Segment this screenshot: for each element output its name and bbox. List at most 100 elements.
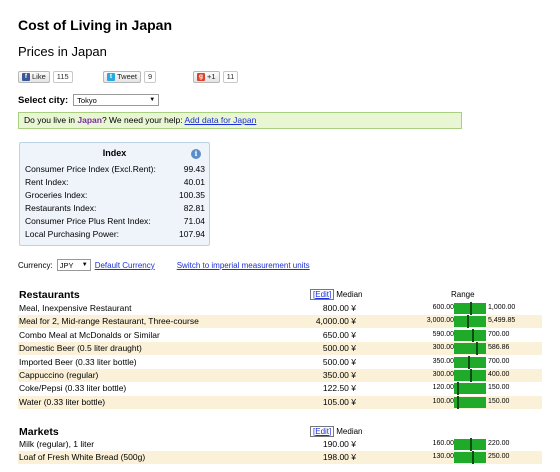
range-high: 700.00	[488, 357, 510, 365]
index-row: Rent Index: 40.01	[25, 177, 205, 187]
index-label: Consumer Price Index (Excl.Rent):	[25, 164, 156, 174]
range-low: 600.00	[432, 304, 454, 311]
range-low: 300.00	[432, 344, 454, 352]
google-plus-button[interactable]: g +1	[193, 70, 220, 83]
notice-prefix: Do you live in	[24, 115, 78, 125]
range-high: 150.00	[488, 397, 510, 405]
google-plus-widget[interactable]: g +1 11	[193, 70, 239, 83]
index-row: Restaurants Index: 82.81	[25, 203, 205, 213]
markets-edit-header: [Edit] Median	[310, 426, 363, 437]
median-marker	[472, 328, 474, 342]
index-label: Rent Index:	[25, 177, 69, 187]
median-marker	[457, 395, 459, 409]
range-low: 120.00	[432, 384, 454, 392]
item-median: 190.00 ¥	[322, 439, 356, 449]
city-select-label: Select city:	[18, 94, 69, 106]
item-median: 650.00 ¥	[322, 329, 356, 340]
range-low: 100.00	[432, 397, 454, 405]
price-row: Meal for 2, Mid-range Restaurant, Three-…	[18, 315, 542, 329]
range-header: Range	[451, 290, 475, 299]
item-median: 350.00 ¥	[322, 370, 356, 380]
index-label: Groceries Index:	[25, 190, 88, 200]
price-row: Imported Beer (0.33 liter bottle) 500.00 …	[18, 355, 542, 369]
item-median: 4,000.00 ¥	[315, 316, 356, 327]
median-header: Median	[336, 427, 363, 436]
index-value: 82.81	[183, 203, 205, 213]
range-bar	[454, 452, 486, 464]
tweet-button[interactable]: t Tweet	[103, 70, 142, 83]
page-subtitle: Prices in Japan	[18, 44, 107, 59]
google-plus-icon: g	[197, 72, 205, 81]
item-median: 800.00 ¥	[322, 303, 356, 313]
item-name: Milk (regular), 1 liter	[19, 439, 95, 449]
tweet-widget[interactable]: t Tweet 9	[103, 70, 157, 83]
item-name: Coke/Pepsi (0.33 liter bottle)	[19, 383, 127, 394]
item-median: 500.00 ¥	[322, 343, 356, 354]
median-header: Median	[336, 290, 363, 299]
range-low: 300.00	[432, 371, 454, 378]
index-value: 40.01	[183, 177, 205, 187]
notice-middle: ? We need your help:	[101, 115, 185, 125]
facebook-like-widget[interactable]: f Like 115	[18, 70, 73, 83]
gplus-count: 11	[222, 70, 239, 83]
range-high: 5,499.85	[488, 317, 516, 325]
markets-heading: Markets	[19, 426, 59, 438]
currency-select[interactable]: JPY ▼	[56, 259, 91, 271]
price-row: Meal, Inexpensive Restaurant 800.00 ¥ 600.…	[18, 302, 542, 315]
index-row: Consumer Price Index (Excl.Rent): 99.43	[25, 164, 205, 174]
gplus-label: +1	[207, 72, 216, 81]
price-row: Combo Meal at McDonalds or Similar 650.00…	[18, 328, 542, 342]
item-name: Water (0.33 liter bottle)	[19, 396, 106, 407]
item-name: Meal, Inexpensive Restaurant	[19, 303, 132, 313]
like-label: Like	[32, 72, 46, 81]
range-high: 1,000.00	[488, 304, 516, 311]
index-value: 107.94	[179, 229, 205, 239]
dropdown-arrow-icon: ▼	[81, 262, 88, 268]
price-row: Cappuccino (regular) 350.00 ¥ 300.00 400.00	[18, 369, 542, 382]
median-marker	[476, 342, 478, 356]
default-currency-link[interactable]: Default Currency	[95, 261, 155, 270]
median-marker	[467, 315, 469, 329]
range-low: 3,000.00	[426, 317, 454, 325]
item-name: Combo Meal at McDonalds or Similar	[19, 329, 160, 340]
index-heading: Index	[102, 148, 127, 158]
index-label: Restaurants Index:	[25, 203, 97, 213]
info-icon[interactable]: i	[191, 149, 201, 159]
like-count: 115	[52, 70, 73, 83]
currency-label: Currency:	[18, 260, 53, 270]
item-median: 198.00 ¥	[322, 452, 356, 463]
range-bar	[454, 329, 486, 341]
range-high: 700.00	[488, 330, 510, 338]
range-bar	[454, 316, 486, 328]
index-panel: Index i Consumer Price Index (Excl.Rent)…	[19, 142, 210, 246]
price-row: Water (0.33 liter bottle) 105.00 ¥ 100.00 1…	[18, 395, 542, 409]
range-high: 250.00	[488, 453, 510, 461]
range-low: 160.00	[432, 440, 454, 447]
restaurants-heading: Restaurants	[19, 289, 80, 301]
item-median: 105.00 ¥	[322, 396, 356, 407]
index-row: Consumer Price Plus Rent Index: 71.04	[25, 216, 205, 226]
item-median: 500.00 ¥	[322, 356, 356, 367]
currency-bar: Currency: JPY ▼ Default Currency Switch …	[18, 259, 310, 271]
city-selector: Select city: Tokyo ▼	[18, 94, 160, 106]
tweet-label: Tweet	[117, 72, 138, 81]
median-marker	[457, 382, 459, 396]
add-data-link[interactable]: Add data for Japan	[185, 115, 257, 125]
price-row: Domestic Beer (0.5 liter draught) 500.00 …	[18, 342, 542, 356]
imperial-units-link[interactable]: Switch to imperial measurement units	[177, 261, 310, 270]
tweet-count: 9	[144, 70, 157, 83]
city-select[interactable]: Tokyo ▼	[73, 94, 160, 106]
edit-label: Edit	[315, 290, 330, 299]
item-median: 122.50 ¥	[322, 383, 356, 394]
median-marker	[472, 451, 474, 465]
index-value: 100.35	[179, 190, 205, 200]
range-high: 220.00	[488, 440, 510, 447]
facebook-like-button[interactable]: f Like	[18, 70, 50, 83]
edit-button[interactable]: [Edit]	[310, 289, 335, 300]
twitter-bird-icon: t	[107, 72, 115, 81]
notice-country: Japan	[77, 115, 102, 125]
range-high: 586.86	[488, 344, 510, 352]
edit-button[interactable]: [Edit]	[310, 426, 335, 437]
index-row: Local Purchasing Power: 107.94	[25, 229, 205, 239]
city-select-value: Tokyo	[77, 95, 97, 105]
